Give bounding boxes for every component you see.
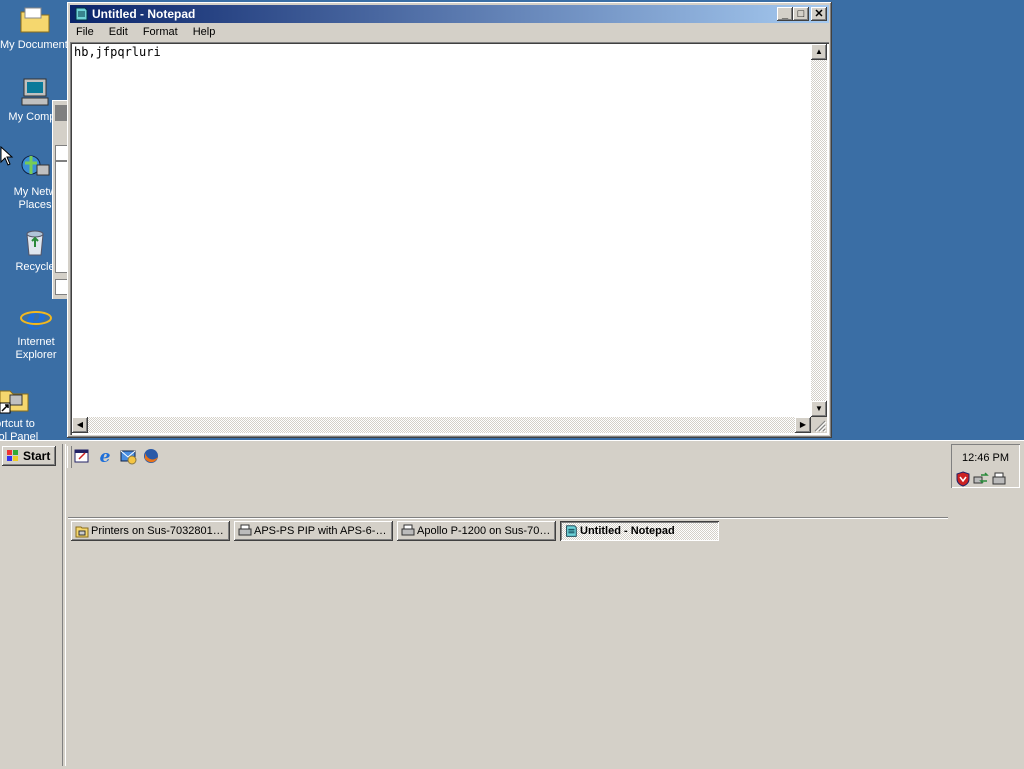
desktop-icon-control-panel-shortcut[interactable]: ortcut to trol Panel bbox=[0, 383, 50, 444]
clock[interactable]: 12:46 PM bbox=[951, 452, 1020, 464]
printer-icon[interactable] bbox=[991, 471, 1007, 487]
text-editor-area[interactable]: hb,jfpqrluri ▲ ▼ ◀ ▶ bbox=[70, 42, 829, 435]
menu-format[interactable]: Format bbox=[137, 24, 184, 38]
network-icon[interactable] bbox=[973, 471, 989, 487]
desktop-icon-my-documents[interactable]: My Documents bbox=[0, 4, 70, 52]
show-desktop-icon[interactable] bbox=[73, 447, 91, 465]
menu-bar: File Edit Format Help bbox=[70, 24, 829, 42]
desktop-icon-label-line2: Explorer bbox=[15, 349, 57, 361]
maximize-button[interactable]: □ bbox=[793, 7, 809, 21]
resize-grip[interactable] bbox=[811, 417, 827, 433]
svg-text:e: e bbox=[100, 447, 111, 465]
desktop-icon-label: My Documents bbox=[0, 39, 70, 51]
menu-edit[interactable]: Edit bbox=[103, 24, 134, 38]
start-label: Start bbox=[23, 449, 51, 463]
desktop-icon-label: Internet bbox=[17, 336, 55, 348]
notepad-icon bbox=[73, 6, 89, 22]
computer-icon bbox=[19, 76, 51, 108]
network-places-icon bbox=[19, 151, 51, 183]
window-titlebar[interactable]: Untitled - Notepad _ □ ✕ bbox=[70, 5, 829, 23]
svg-text:e: e bbox=[26, 301, 46, 333]
scroll-right-button[interactable]: ▶ bbox=[795, 417, 811, 433]
mouse-cursor-icon bbox=[0, 146, 14, 166]
task-label: APS-PS PIP with APS-6-1... bbox=[254, 525, 390, 537]
outlook-express-icon[interactable] bbox=[119, 447, 137, 465]
folder-documents-icon bbox=[19, 4, 51, 36]
firefox-icon[interactable] bbox=[142, 447, 160, 465]
internet-explorer-icon[interactable]: e bbox=[96, 447, 114, 467]
taskbar: Start e Printers on Sus-7032801e... APS-… bbox=[0, 440, 1024, 769]
minimize-button[interactable]: _ bbox=[777, 7, 793, 21]
desktop-icon-internet-explorer[interactable]: e Internet Explorer bbox=[1, 299, 71, 362]
task-button-notepad[interactable]: Untitled - Notepad bbox=[560, 521, 719, 541]
scroll-left-button[interactable]: ◀ bbox=[72, 417, 88, 433]
window-title: Untitled - Notepad bbox=[92, 7, 196, 21]
system-tray: 12:46 PM bbox=[951, 444, 1020, 488]
editor-text: hb,jfpqrluri bbox=[74, 45, 161, 59]
vertical-scrollbar[interactable]: ▲ ▼ bbox=[811, 44, 827, 417]
close-button[interactable]: ✕ bbox=[811, 7, 827, 21]
windows-logo-icon bbox=[6, 449, 20, 463]
task-label: Apollo P-1200 on Sus-703... bbox=[417, 525, 553, 537]
menu-help[interactable]: Help bbox=[187, 24, 222, 38]
control-panel-shortcut-icon bbox=[0, 383, 30, 415]
internet-explorer-icon: e bbox=[20, 299, 52, 337]
recycle-bin-icon bbox=[19, 226, 51, 258]
printers-folder-icon bbox=[75, 524, 89, 538]
task-button-apollo-p1200[interactable]: Apollo P-1200 on Sus-703... bbox=[397, 521, 556, 541]
task-button-printers[interactable]: Printers on Sus-7032801e... bbox=[71, 521, 230, 541]
notepad-icon bbox=[564, 524, 578, 538]
horizontal-scrollbar[interactable]: ◀ ▶ bbox=[72, 417, 811, 433]
printer-icon bbox=[401, 524, 415, 538]
desktop-icon-label: ortcut to bbox=[0, 418, 35, 430]
notepad-window[interactable]: Untitled - Notepad _ □ ✕ File Edit Forma… bbox=[67, 2, 832, 438]
printer-icon bbox=[238, 524, 252, 538]
menu-file[interactable]: File bbox=[70, 24, 100, 38]
security-shield-icon[interactable] bbox=[955, 471, 971, 487]
task-label: Untitled - Notepad bbox=[580, 525, 675, 537]
scroll-up-button[interactable]: ▲ bbox=[811, 44, 827, 60]
quick-launch-grabber[interactable] bbox=[67, 446, 72, 468]
taskbar-separator bbox=[62, 444, 66, 766]
start-button[interactable]: Start bbox=[2, 446, 56, 466]
taskbar-row-separator bbox=[68, 517, 948, 519]
task-label: Printers on Sus-7032801e... bbox=[91, 525, 227, 537]
scroll-down-button[interactable]: ▼ bbox=[811, 401, 827, 417]
task-button-aps-ps-pip[interactable]: APS-PS PIP with APS-6-1... bbox=[234, 521, 393, 541]
